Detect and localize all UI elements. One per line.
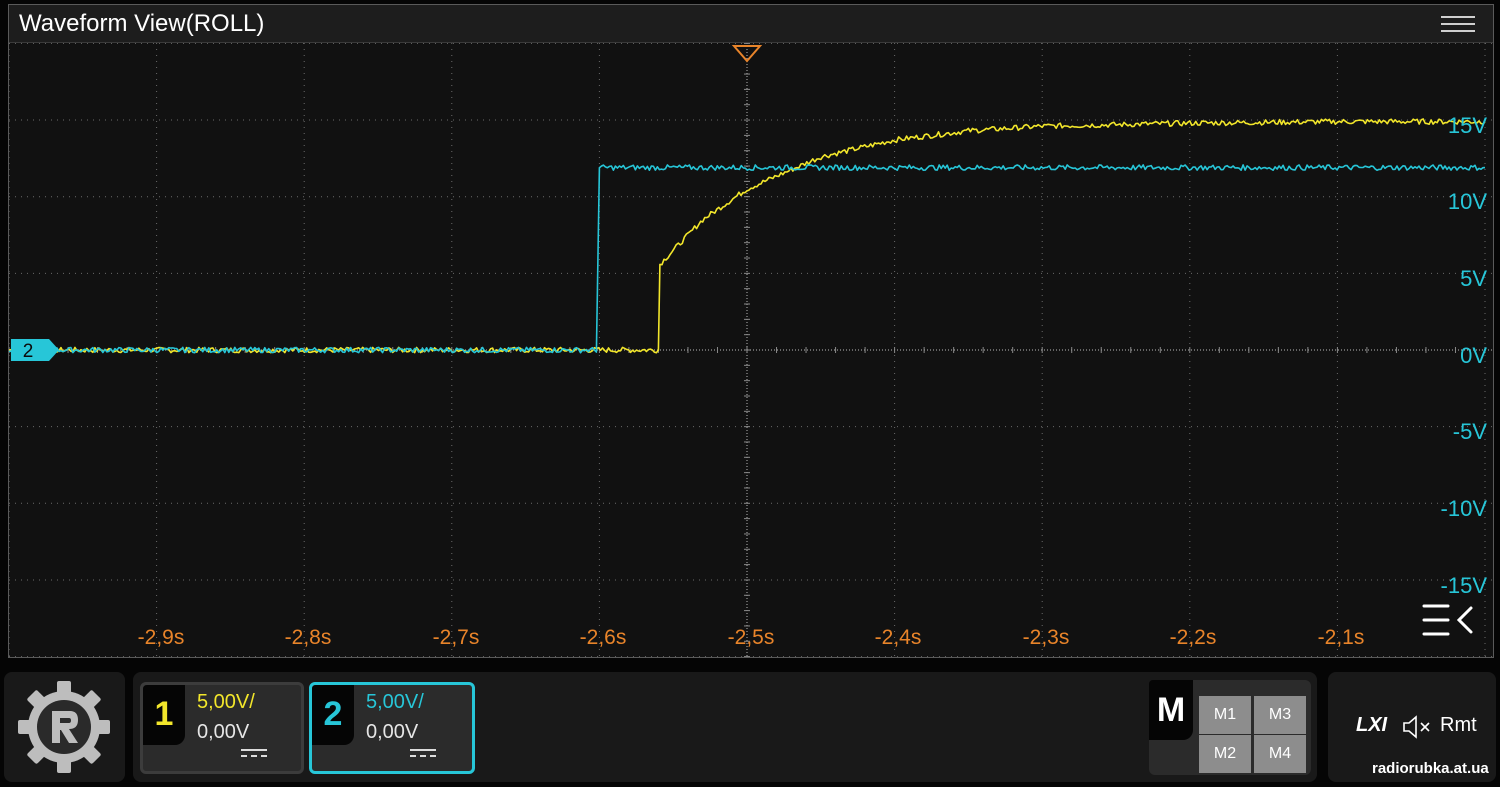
math-label[interactable]: M (1149, 680, 1193, 740)
watermark: radiorubka.at.ua (1372, 760, 1489, 777)
x-axis-label: -2,2s (1169, 626, 1217, 649)
dc-coupling-icon (241, 749, 267, 759)
x-axis-label: -2,5s (727, 626, 775, 649)
lxi-status[interactable]: LXI (1356, 714, 1387, 737)
y-axis-label: -10V (1440, 496, 1487, 521)
channel-2-number: 2 (312, 685, 354, 745)
x-axis-label: -2,7s (432, 626, 480, 649)
hamburger-menu-icon[interactable] (1441, 11, 1475, 37)
y-axis-label: -15V (1440, 573, 1487, 598)
y-axis-label: 10V (1447, 189, 1487, 214)
math-m1-button[interactable]: M1 (1199, 696, 1251, 734)
y-axis-label: 15V (1447, 113, 1487, 138)
logo-button[interactable] (4, 672, 125, 782)
waveform-window: Waveform View(ROLL) 2 15V 10V 5V 0V -5V … (8, 4, 1494, 658)
math-panel: M M1 M3 M2 M4 (1149, 680, 1311, 775)
channel-1-scale: 5,00V/ (197, 691, 255, 713)
channel-1-offset: 0,00V (197, 721, 250, 743)
remote-status[interactable]: Rmt (1440, 714, 1477, 737)
channel-2-ground-label: 2 (23, 341, 34, 362)
x-axis-label: -2,3s (1022, 626, 1070, 649)
channel-2-scale: 5,00V/ (366, 691, 424, 713)
channel-2-offset: 0,00V (366, 721, 419, 743)
math-m2-button[interactable]: M2 (1199, 735, 1251, 773)
waveform-plot: 2 (9, 43, 1493, 657)
title-bar: Waveform View(ROLL) (9, 5, 1493, 43)
y-axis-label: 5V (1460, 266, 1487, 291)
y-axis-label: 0V (1460, 343, 1487, 368)
plot-area[interactable]: 2 15V 10V 5V 0V -5V -10V -15V -2,9s -2,8… (9, 43, 1493, 657)
x-axis-label: -2,6s (579, 626, 627, 649)
math-m4-button[interactable]: M4 (1254, 735, 1306, 773)
channel-1-number: 1 (143, 685, 185, 745)
channel-2-ground-marker (11, 339, 59, 361)
channel-2-settings[interactable]: 2 5,00V/ 0,00V (309, 682, 475, 774)
speaker-muted-icon[interactable] (1401, 714, 1435, 740)
y-axis-label: -5V (1452, 419, 1487, 444)
x-axis-label: -2,8s (284, 626, 332, 649)
gear-logo-icon (18, 681, 110, 773)
window-title: Waveform View(ROLL) (19, 10, 265, 37)
math-m3-button[interactable]: M3 (1254, 696, 1306, 734)
x-axis-label: -2,1s (1317, 626, 1365, 649)
dc-coupling-icon (410, 749, 436, 759)
channel-1-settings[interactable]: 1 5,00V/ 0,00V (140, 682, 304, 774)
x-axis-label: -2,4s (874, 626, 922, 649)
x-axis-label: -2,9s (137, 626, 185, 649)
collapse-panel-icon[interactable] (1422, 604, 1473, 636)
